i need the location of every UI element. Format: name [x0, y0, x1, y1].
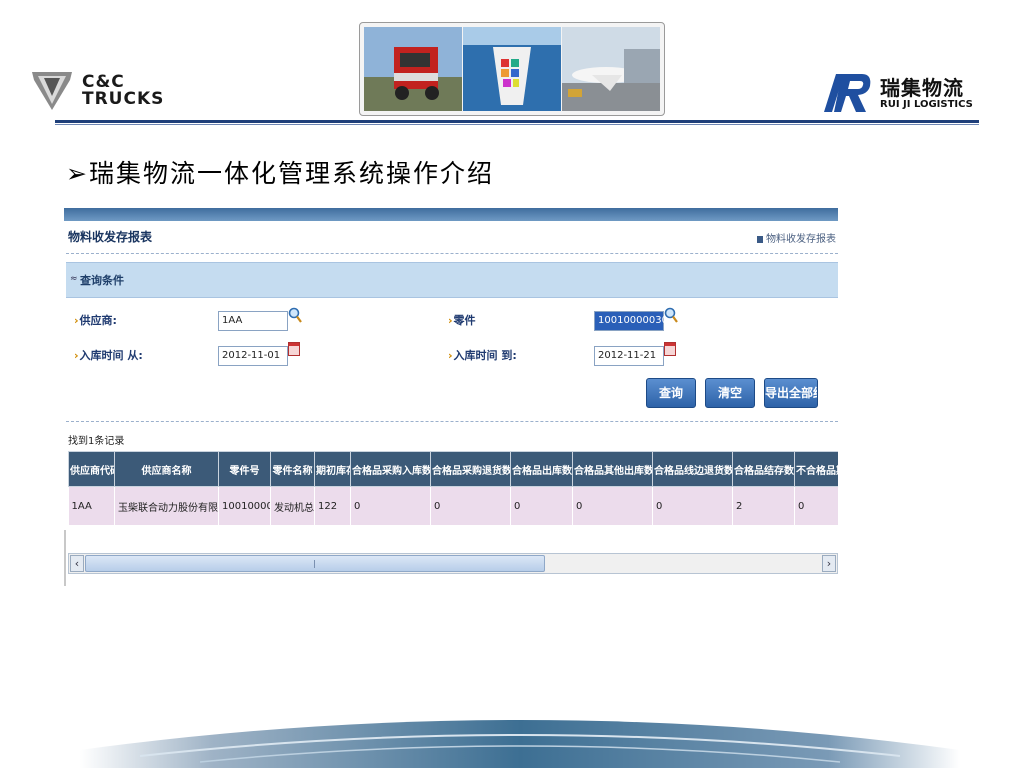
col-header[interactable]: 零件名称 — [270, 451, 315, 487]
scrollbar-grip — [314, 560, 315, 568]
col-header[interactable]: 供应商名称 — [114, 451, 219, 487]
search-icon[interactable] — [288, 307, 302, 323]
table-header-row: 供应商代码 供应商名称 零件号 零件名称 期初库存 合格品采购入库数量 合格品采… — [68, 451, 838, 487]
in-date-to-label: ›入库时间 到: — [448, 347, 517, 363]
in-date-from-input[interactable]: 2012-11-01 — [218, 346, 288, 366]
breadcrumb-text: 物料收发存报表 — [766, 234, 836, 245]
bullet-arrow-icon: ➢ — [66, 159, 89, 188]
horizontal-scrollbar[interactable]: ‹ › — [68, 553, 838, 574]
collapse-toggle-icon[interactable]: ≈ — [70, 274, 78, 284]
label-arrow-icon: › — [448, 314, 453, 327]
ruiji-logo: 瑞集物流 RUI JI LOGISTICS — [816, 72, 996, 116]
page-title: 物料收发存报表 — [68, 230, 153, 244]
table-cell: 0 — [572, 486, 653, 525]
record-count: 找到1条记录 — [68, 436, 125, 447]
header-divider — [55, 120, 979, 123]
ruiji-logo-cn: 瑞集物流 — [880, 76, 964, 100]
label-arrow-icon: › — [74, 349, 79, 362]
calendar-icon[interactable] — [288, 342, 300, 356]
col-header[interactable]: 供应商代码 — [68, 451, 115, 487]
airplane-photo — [562, 27, 660, 111]
query-condition-bar[interactable]: ≈ 查询条件 — [66, 262, 838, 298]
table-cell: 1AA — [68, 486, 115, 525]
header-divider-thin — [55, 124, 979, 125]
breadcrumb[interactable]: 物料收发存报表 — [757, 230, 836, 245]
supplier-input[interactable]: 1AA — [218, 311, 288, 331]
divider — [66, 253, 838, 254]
in-date-to-input[interactable]: 2012-11-21 — [594, 346, 664, 366]
ruiji-mark-icon — [824, 74, 871, 112]
cc-trucks-logo: C&C TRUCKS — [30, 70, 190, 114]
in-date-from-label: ›入库时间 从: — [74, 347, 143, 363]
scroll-right-icon[interactable]: › — [822, 555, 836, 572]
bottom-decoration — [80, 720, 960, 768]
table-cell: 发动机总成 — [270, 486, 315, 525]
slide-title-text: 瑞集物流一体化管理系统操作介绍 — [88, 159, 494, 188]
label-arrow-icon: › — [448, 349, 453, 362]
table-cell: 0 — [652, 486, 733, 525]
table-cell: 玉柴联合动力股份有限公司 — [114, 486, 219, 525]
label-arrow-icon: › — [74, 314, 79, 327]
app-screenshot: 物料收发存报表 物料收发存报表 ≈ 查询条件 ›供应商: 1AA ›零件 100… — [64, 208, 838, 584]
scroll-left-icon[interactable]: ‹ — [70, 555, 84, 572]
app-top-banner — [64, 208, 838, 221]
table-cell: 0 — [430, 486, 511, 525]
part-label: ›零件 — [448, 312, 476, 328]
col-header[interactable]: 合格品结存数量 — [732, 451, 795, 487]
divider — [66, 421, 838, 422]
supplier-label: ›供应商: — [74, 312, 117, 328]
report-table: 供应商代码 供应商名称 零件号 零件名称 期初库存 合格品采购入库数量 合格品采… — [68, 451, 838, 525]
export-all-button[interactable]: 导出全部结果 — [764, 378, 818, 408]
calendar-icon[interactable] — [664, 342, 676, 356]
scrollbar-thumb[interactable] — [85, 555, 545, 572]
table-cell: 122 — [314, 486, 351, 525]
search-icon[interactable] — [664, 307, 678, 323]
in-date-from-label-text: 入库时间 从: — [79, 349, 143, 362]
truck-photo — [364, 27, 462, 111]
col-header[interactable]: 合格品采购退货数量 — [430, 451, 511, 487]
ruiji-logo-en: RUI JI LOGISTICS — [880, 99, 973, 110]
col-header[interactable]: 期初库存 — [314, 451, 351, 487]
part-input[interactable]: 100100000308 — [594, 311, 674, 331]
supplier-label-text: 供应商: — [79, 314, 117, 327]
table-cell: 0 — [510, 486, 573, 525]
slide-title: ➢瑞集物流一体化管理系统操作介绍 — [66, 154, 494, 190]
col-header[interactable]: 零件号 — [218, 451, 271, 487]
photo-strip — [359, 22, 665, 116]
col-header[interactable]: 合格品线边退货数量 — [652, 451, 733, 487]
clear-button[interactable]: 清空 — [705, 378, 755, 408]
table-row[interactable]: 1AA 玉柴联合动力股份有限公司 100100000308 发动机总成 122 … — [68, 486, 838, 525]
table-cell: 100100000308 — [218, 486, 271, 525]
table-cell: 0 — [794, 486, 838, 525]
col-header[interactable]: 合格品其他出库数量 — [572, 451, 653, 487]
col-header[interactable]: 合格品采购入库数量 — [350, 451, 431, 487]
page-icon — [757, 236, 763, 243]
app-left-edge — [64, 530, 66, 586]
cargo-ship-photo — [463, 27, 561, 111]
shield-logo-icon — [32, 72, 72, 110]
col-header[interactable]: 合格品出库数量 — [510, 451, 573, 487]
query-button[interactable]: 查询 — [646, 378, 696, 408]
part-label-text: 零件 — [453, 314, 476, 327]
table-cell: 0 — [350, 486, 431, 525]
logo-line2: TRUCKS — [82, 89, 165, 109]
col-header[interactable]: 不合格品期初 — [794, 451, 838, 487]
in-date-to-label-text: 入库时间 到: — [453, 349, 517, 362]
query-condition-label: 查询条件 — [80, 274, 124, 287]
table-cell: 2 — [732, 486, 795, 525]
